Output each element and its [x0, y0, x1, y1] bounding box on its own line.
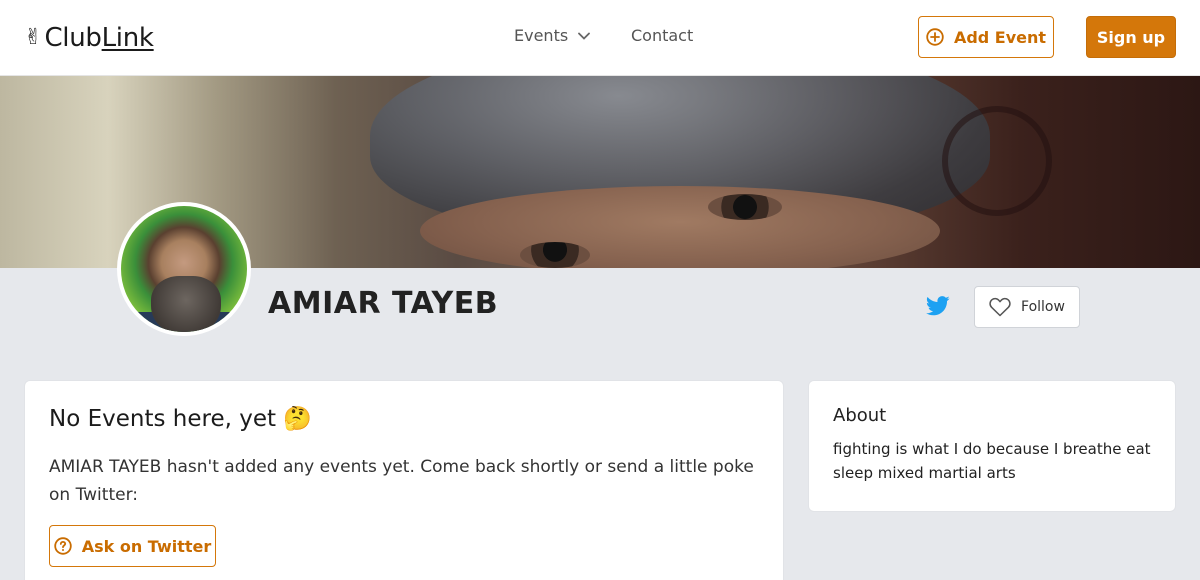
- about-card: About fighting is what I do because I br…: [808, 380, 1176, 512]
- question-circle-icon: [54, 537, 72, 555]
- heart-icon: [989, 297, 1011, 317]
- chevron-down-icon: [578, 32, 591, 40]
- about-card-title: About: [833, 405, 887, 426]
- banner-face-shape: [420, 186, 940, 268]
- plus-circle-icon: [926, 28, 944, 46]
- nav-events-dropdown[interactable]: Events: [514, 26, 591, 45]
- about-card-text: fighting is what I do because I breathe …: [833, 440, 1151, 482]
- ask-on-twitter-button[interactable]: Ask on Twitter: [49, 525, 216, 567]
- banner-sign-shape: [942, 106, 1052, 216]
- banner-eye-shape: [520, 242, 590, 268]
- events-card-message: AMIAR TAYEB hasn't added any events yet.…: [49, 457, 754, 505]
- follow-button[interactable]: Follow: [974, 286, 1080, 328]
- banner-eye-shape: [708, 194, 782, 220]
- nav-contact-link[interactable]: Contact: [631, 26, 693, 45]
- logo-link: Link: [101, 23, 154, 53]
- add-event-label: Add Event: [953, 27, 1047, 47]
- logo-club: Club: [44, 23, 102, 53]
- events-card: No Events here, yet 🤔 AMIAR TAYEB hasn't…: [24, 380, 784, 580]
- clublink-logo[interactable]: ✌ ClubLink: [24, 20, 154, 56]
- add-event-button[interactable]: Add Event: [918, 16, 1054, 58]
- ask-on-twitter-label: Ask on Twitter: [81, 536, 212, 556]
- peace-hand-icon: ✌: [24, 25, 43, 50]
- events-card-title: No Events here, yet 🤔: [49, 406, 312, 432]
- site-header: ✌ ClubLink Events Contact Add Event Sign…: [0, 0, 1200, 76]
- profile-name: AMIAR TAYEB: [268, 286, 499, 321]
- avatar-beard-shape: [151, 276, 221, 332]
- signup-button[interactable]: Sign up: [1086, 16, 1176, 58]
- follow-label: Follow: [1021, 299, 1065, 315]
- profile-avatar: [117, 202, 251, 336]
- twitter-icon[interactable]: [925, 296, 950, 320]
- nav-events-label: Events: [514, 26, 569, 45]
- logo-wordmark: ClubLink: [44, 23, 154, 53]
